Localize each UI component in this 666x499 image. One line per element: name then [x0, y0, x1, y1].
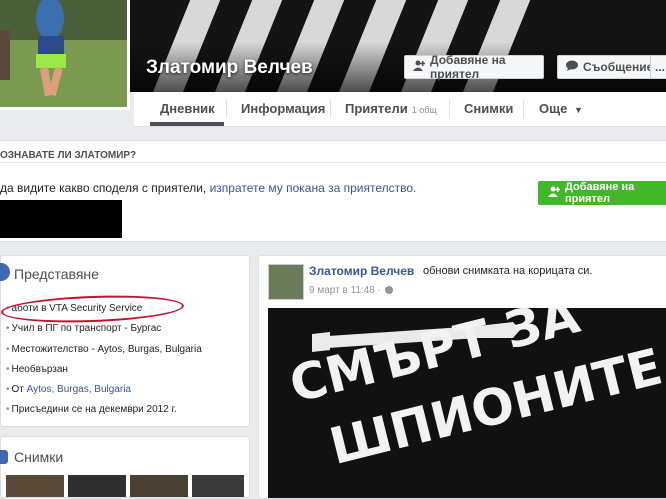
bullet-icon: •	[6, 404, 10, 415]
intro-title: Представяне	[14, 266, 99, 282]
profile-photo-image	[0, 0, 127, 107]
message-label: Съобщение	[583, 60, 654, 74]
divider	[0, 162, 666, 163]
tab-divider	[449, 100, 450, 118]
runner-figure	[0, 0, 127, 107]
bullet-icon: •	[6, 323, 10, 334]
globe-icon	[384, 286, 393, 295]
tab-friends-count: 1 общ	[411, 105, 437, 115]
intro-item-education: • Учил в ПГ по транспорт - Бургас	[6, 323, 161, 334]
intro-item-residence: • Местожителство - Aytos, Burgas, Bulgari…	[6, 344, 202, 355]
tab-more[interactable]: Още ▼	[539, 92, 583, 126]
intro-item-relationship: • Необвързан	[6, 364, 68, 375]
send-friend-request-link[interactable]: изпратете му покана за приятелство.	[210, 181, 417, 195]
do-you-know-title: ОЗНАВАТЕ ЛИ ЗЛАТОМИР?	[0, 150, 137, 161]
intro-item-text: Необвързан	[11, 364, 68, 375]
add-person-icon	[413, 60, 426, 74]
chevron-down-icon: ▼	[573, 105, 583, 115]
add-person-icon	[548, 186, 561, 200]
profile-name[interactable]: Златомир Велчев	[146, 57, 313, 79]
tab-timeline[interactable]: Дневник	[160, 92, 215, 126]
add-friend-green-label: Добавяне на приятел	[565, 181, 635, 205]
intro-item-prefix: От	[11, 384, 27, 395]
tab-about[interactable]: Информация	[241, 92, 325, 126]
intro-item-text: Местожителство - Aytos, Burgas, Bulgaria	[11, 344, 202, 355]
bullet-icon: •	[6, 384, 10, 395]
tab-more-label: Още	[539, 101, 568, 116]
intro-item-joined: • Присъедини се на декември 2012 г.	[6, 404, 177, 415]
add-friend-label: Добавяне на приятел	[430, 53, 506, 81]
tab-friends[interactable]: Приятели 1 общ	[345, 92, 437, 126]
profile-photo[interactable]	[0, 0, 130, 110]
bullet-icon: •	[6, 364, 10, 375]
do-you-know-text: да видите какво споделя с приятели, изпр…	[0, 181, 416, 195]
photos-title[interactable]: Снимки	[14, 449, 63, 465]
post-image[interactable]: СМЪРТ ЗА ШПИОНИТЕ	[268, 308, 666, 498]
tab-friends-label: Приятели	[345, 101, 408, 116]
intro-item-hometown: • От Aytos, Burgas, Bulgaria	[6, 384, 131, 395]
do-you-know-prompt: да видите какво споделя с приятели,	[0, 181, 207, 195]
tab-photos[interactable]: Снимки	[464, 92, 513, 126]
avatar[interactable]	[268, 264, 304, 300]
message-button[interactable]: Съобщение	[557, 55, 655, 79]
chat-bubble-icon	[566, 60, 578, 74]
post-author[interactable]: Златомир Велчев	[309, 264, 414, 278]
add-friend-button[interactable]: Добавяне на приятел	[404, 53, 544, 81]
tab-divider	[330, 100, 331, 118]
intro-item-text: Присъедини се на декември 2012 г.	[11, 404, 177, 415]
redaction-block	[0, 200, 122, 238]
more-options-button[interactable]: ...	[650, 55, 666, 79]
post-action-text: обнови снимката на корицата си.	[423, 265, 593, 277]
post-time-text: 9 март в 11:48 ·	[309, 285, 381, 296]
intro-item-text: Учил в ПГ по транспорт - Бургас	[11, 323, 162, 334]
hometown-link[interactable]: Aytos, Burgas, Bulgaria	[27, 384, 131, 395]
tab-divider	[523, 100, 524, 118]
add-friend-green-button[interactable]: Добавяне на приятел	[538, 181, 666, 205]
bullet-icon: •	[6, 344, 10, 355]
active-tab-indicator	[150, 122, 224, 126]
tab-divider	[226, 100, 227, 118]
post-timestamp[interactable]: 9 март в 11:48 ·	[309, 285, 393, 296]
photos-icon	[0, 450, 8, 464]
more-options-label: ...	[655, 60, 666, 74]
